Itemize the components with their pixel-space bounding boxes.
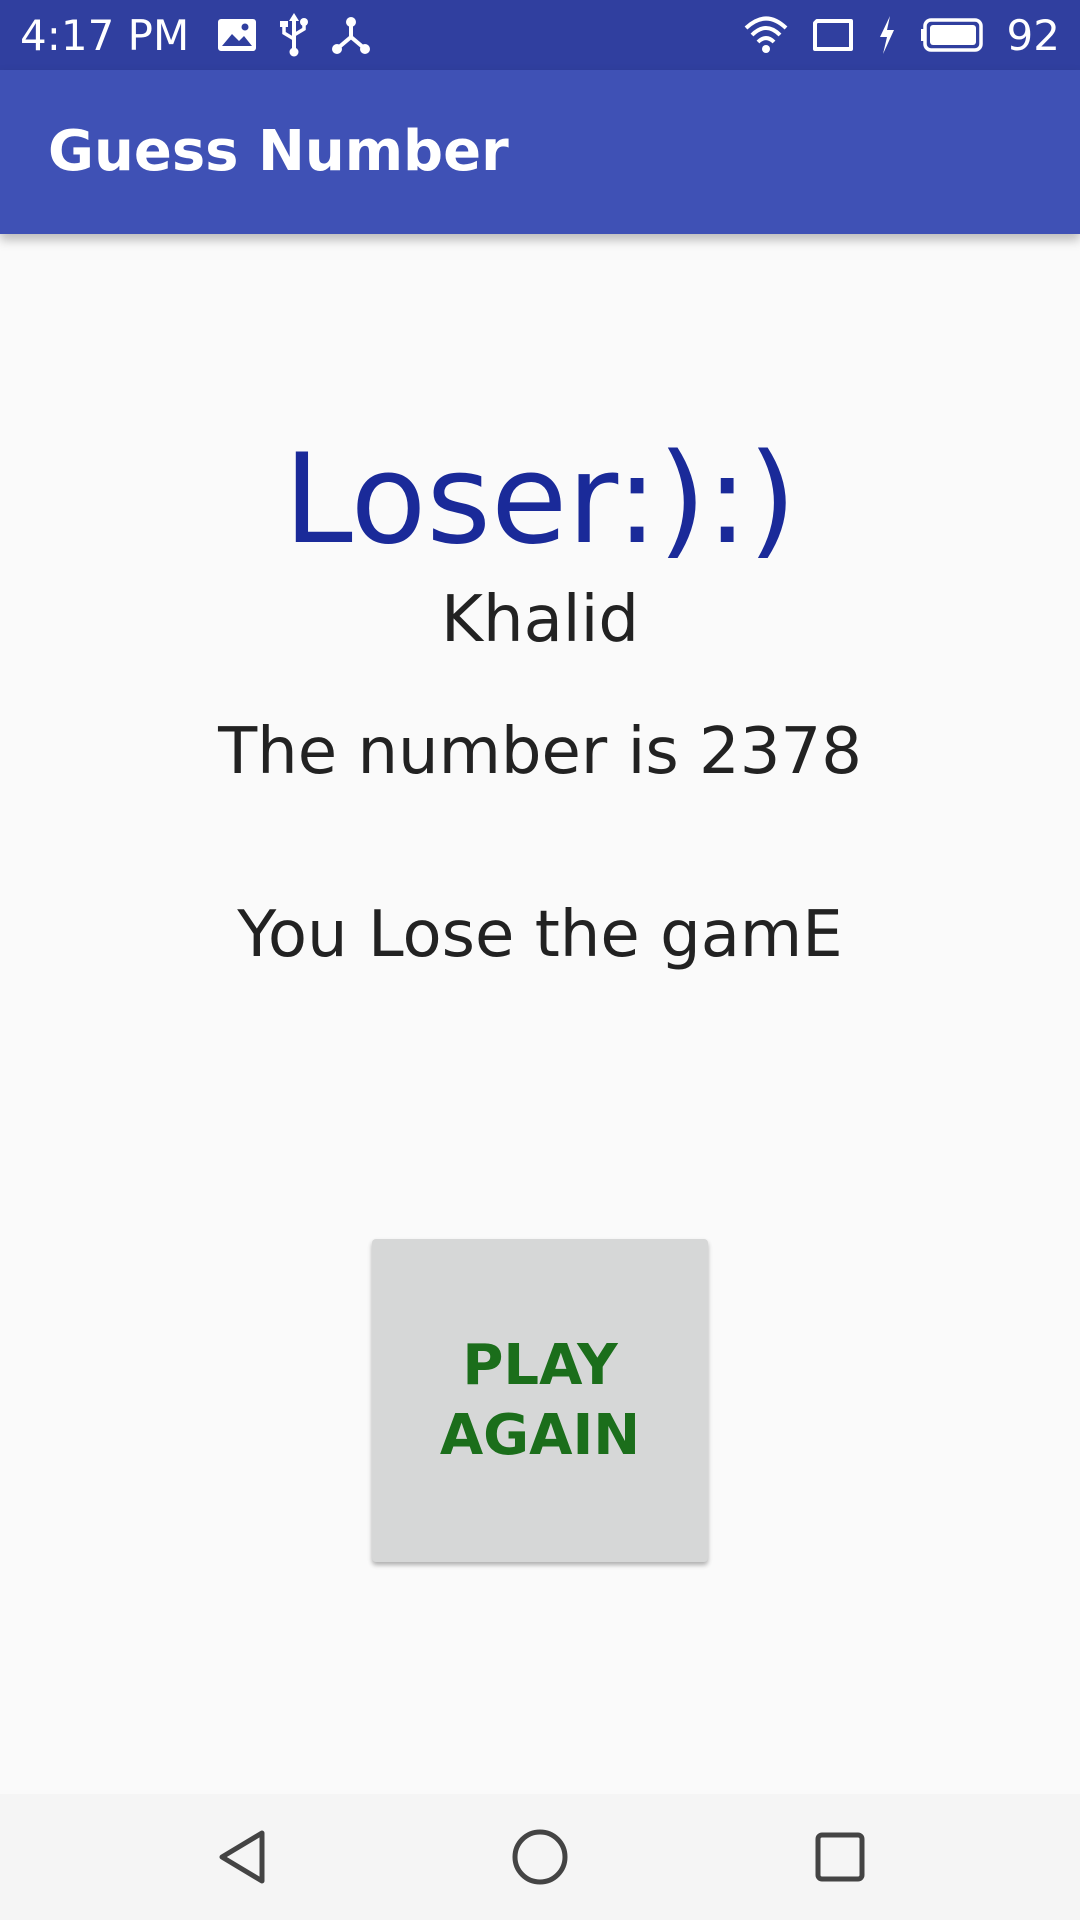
screen-cast-icon: [811, 18, 855, 52]
nav-recents-button[interactable]: [770, 1794, 910, 1920]
back-icon: [216, 1829, 268, 1885]
status-bar: 4:17 PM 92: [0, 0, 1080, 70]
home-icon: [511, 1828, 569, 1886]
play-again-button[interactable]: PLAY AGAIN: [372, 1239, 708, 1562]
status-time: 4:17 PM: [20, 10, 190, 60]
game-result-text: You Lose the gamE: [237, 898, 843, 972]
app-title: Guess Number: [48, 119, 509, 184]
wifi-icon: [743, 15, 789, 55]
status-bar-right: 92: [743, 0, 1060, 70]
usb-icon: [279, 13, 309, 57]
secret-number-text: The number is 2378: [218, 715, 862, 789]
nav-back-button[interactable]: [172, 1794, 312, 1920]
navigation-bar: [0, 1794, 1080, 1920]
player-name: Khalid: [441, 583, 639, 657]
charging-icon: [877, 15, 897, 55]
result-title: Loser:):): [283, 428, 797, 572]
screen: 4:17 PM 92 Guess Number Loser:):) Khalid…: [0, 0, 1080, 1920]
nav-home-button[interactable]: [470, 1794, 610, 1920]
battery-icon: [919, 18, 985, 52]
share-icon: [331, 15, 371, 55]
recents-icon: [814, 1831, 866, 1883]
battery-level: 92: [1006, 10, 1060, 60]
app-bar: Guess Number: [0, 70, 1080, 234]
image-notification-icon: [217, 18, 257, 52]
play-again-label: PLAY AGAIN: [439, 1332, 641, 1468]
status-bar-left: 4:17 PM: [20, 0, 371, 70]
